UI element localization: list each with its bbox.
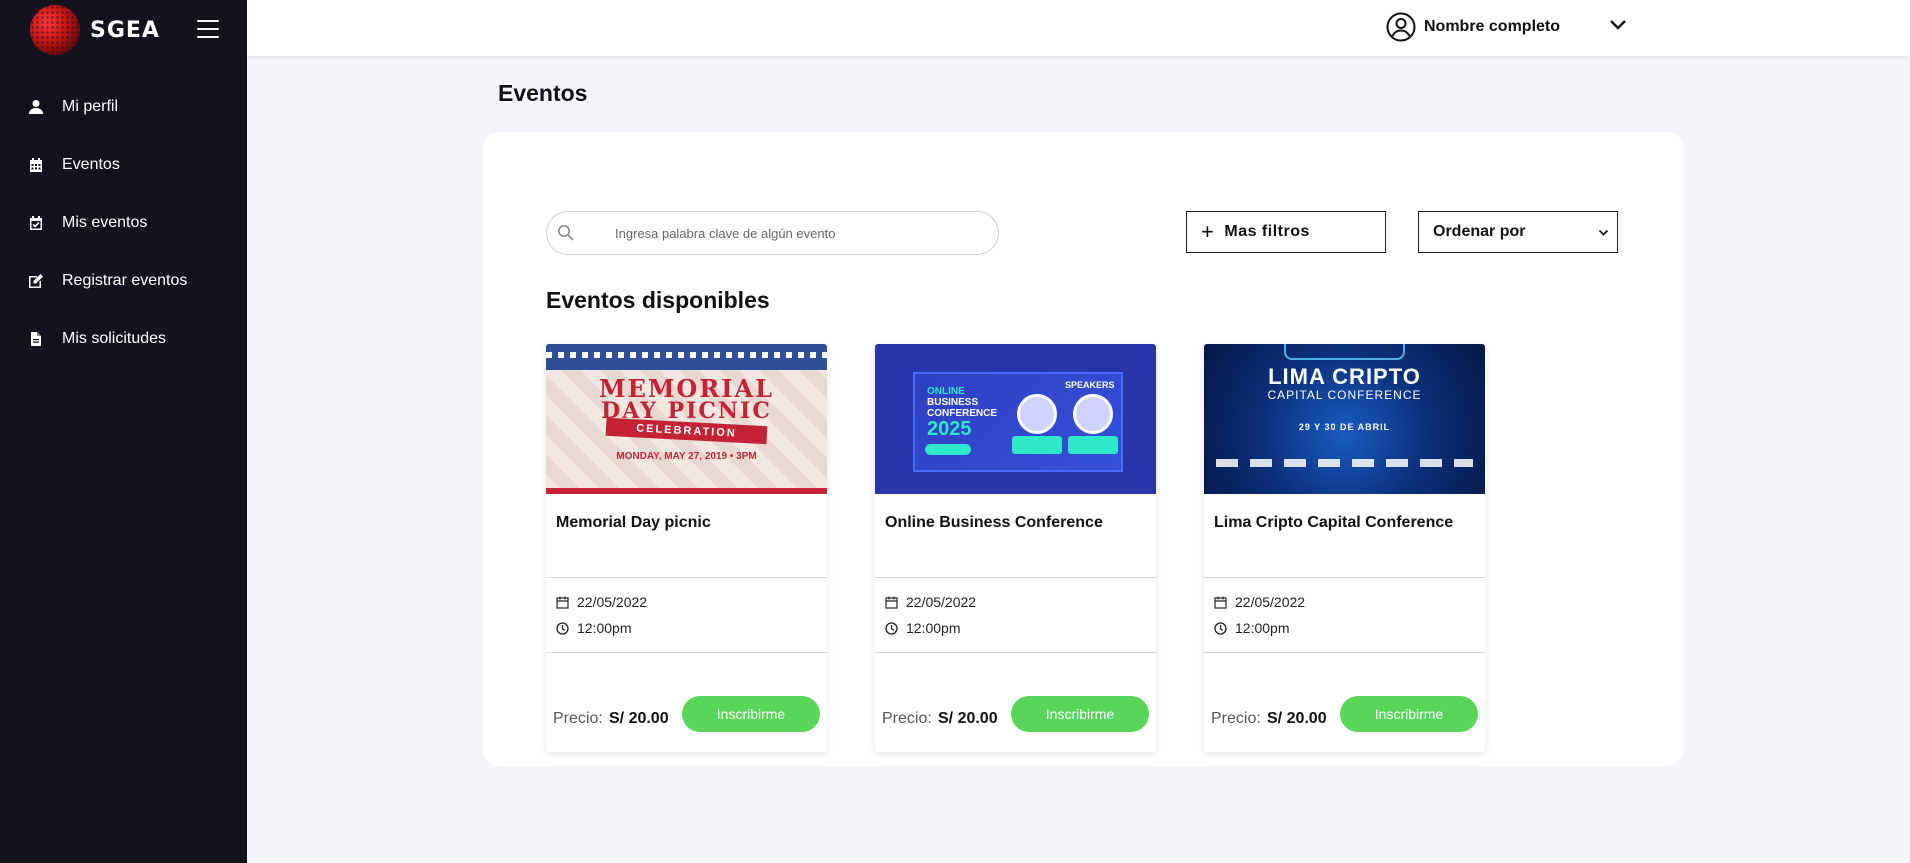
event-time: 12:00pm <box>885 620 960 636</box>
plus-icon: + <box>1201 219 1215 244</box>
hamburger-menu-icon[interactable] <box>197 20 219 38</box>
section-title: Eventos disponibles <box>546 287 770 313</box>
divider <box>546 577 827 578</box>
clock-icon <box>885 621 898 635</box>
event-date-text: 22/05/2022 <box>906 594 977 610</box>
brand-logo[interactable]: SGEA <box>30 5 160 55</box>
sidebar-item-registrar-eventos[interactable]: Registrar eventos <box>0 252 247 310</box>
sidebar-item-eventos[interactable]: Eventos <box>0 136 247 194</box>
event-time-text: 12:00pm <box>577 620 632 636</box>
image-text: 2025 <box>927 418 972 440</box>
sort-select[interactable]: Ordenar por <box>1418 211 1618 253</box>
sidebar-item-label: Eventos <box>62 156 120 173</box>
user-menu[interactable]: Nombre completo <box>1386 12 1560 42</box>
calendar-icon <box>28 156 44 174</box>
event-date-text: 22/05/2022 <box>577 594 648 610</box>
event-time-text: 12:00pm <box>906 620 961 636</box>
events-panel: + Mas filtros Ordenar por Eventos dispon… <box>483 132 1683 766</box>
search-input[interactable] <box>615 222 975 244</box>
image-text: DAY PICNIC <box>601 398 772 424</box>
chevron-down-icon[interactable] <box>1609 18 1627 32</box>
image-text: LIMA CRIPTO <box>1268 364 1421 389</box>
sidebar: SGEA Mi perfil Eventos Mis eventos Regis… <box>0 0 247 863</box>
image-text: 29 Y 30 DE ABRIL <box>1298 422 1391 432</box>
divider <box>546 652 827 653</box>
price-label: Precio: <box>882 710 932 727</box>
user-avatar-icon <box>1386 12 1416 42</box>
image-text: BUSINESS <box>927 397 979 408</box>
chevron-down-icon <box>1598 229 1609 236</box>
divider <box>875 577 1156 578</box>
enroll-button[interactable]: Inscribirme <box>1340 696 1478 732</box>
event-image: MEMORIAL DAY PICNIC CELEBRATION MONDAY, … <box>546 344 827 494</box>
bunting-decoration <box>546 344 827 370</box>
sidebar-nav: Mi perfil Eventos Mis eventos Registrar … <box>0 78 247 368</box>
enroll-button[interactable]: Inscribirme <box>1011 696 1149 732</box>
event-time: 12:00pm <box>556 620 631 636</box>
speaker-photo <box>1073 394 1113 434</box>
divider <box>875 652 1156 653</box>
price-value: S/ 20.00 <box>1267 710 1327 727</box>
edit-icon <box>28 272 44 290</box>
divider <box>1204 652 1485 653</box>
calendar-icon <box>885 596 898 609</box>
event-date: 22/05/2022 <box>556 594 647 610</box>
sort-select-label: Ordenar por <box>1433 223 1526 240</box>
logo-icon <box>30 5 80 55</box>
user-icon <box>28 98 44 116</box>
sidebar-item-label: Mi perfil <box>62 98 119 115</box>
event-date: 22/05/2022 <box>885 594 976 610</box>
sidebar-item-label: Mis eventos <box>62 214 148 231</box>
sidebar-item-label: Registrar eventos <box>62 272 188 289</box>
price-label: Precio: <box>1211 710 1261 727</box>
more-filters-button[interactable]: + Mas filtros <box>1186 211 1386 253</box>
document-icon <box>28 330 44 348</box>
divider <box>1204 577 1485 578</box>
event-image: ONLINE BUSINESS CONFERENCE 2025 SPEAKERS <box>875 344 1156 494</box>
event-title[interactable]: Memorial Day picnic <box>556 514 711 532</box>
event-title[interactable]: Online Business Conference <box>885 514 1103 532</box>
image-footer-stripe <box>546 488 827 494</box>
speaker-label <box>1012 436 1062 454</box>
brand-name: SGEA <box>90 17 160 43</box>
sponsor-logos <box>1216 459 1473 467</box>
image-text: SPEAKERS <box>1065 380 1115 390</box>
event-time: 12:00pm <box>1214 620 1289 636</box>
image-text: ONLINE <box>927 386 965 397</box>
clock-icon <box>1214 621 1227 635</box>
image-text: CAPITAL CONFERENCE <box>1267 388 1422 402</box>
event-time-text: 12:00pm <box>1235 620 1290 636</box>
calendar-check-icon <box>28 214 44 232</box>
price-value: S/ 20.00 <box>938 710 998 727</box>
price-value: S/ 20.00 <box>609 710 669 727</box>
event-card[interactable]: MEMORIAL DAY PICNIC CELEBRATION MONDAY, … <box>546 344 827 752</box>
speaker-photo <box>1017 394 1057 434</box>
sidebar-item-mis-eventos[interactable]: Mis eventos <box>0 194 247 252</box>
image-text: MONDAY, MAY 27, 2019 • 3PM <box>616 451 757 462</box>
calendar-icon <box>556 596 569 609</box>
event-date-text: 22/05/2022 <box>1235 594 1306 610</box>
sidebar-item-label: Mis solicitudes <box>62 330 167 347</box>
enroll-button[interactable]: Inscribirme <box>682 696 820 732</box>
image-frame <box>1284 344 1405 360</box>
clock-icon <box>556 621 569 635</box>
speaker-label <box>1068 436 1118 454</box>
sidebar-item-mi-perfil[interactable]: Mi perfil <box>0 78 247 136</box>
page-title: Eventos <box>498 80 588 106</box>
event-title[interactable]: Lima Cripto Capital Conference <box>1214 514 1453 532</box>
price-label: Precio: <box>553 710 603 727</box>
sidebar-item-mis-solicitudes[interactable]: Mis solicitudes <box>0 310 247 368</box>
image-button <box>925 444 971 455</box>
event-date: 22/05/2022 <box>1214 594 1305 610</box>
search-box[interactable] <box>546 211 999 255</box>
search-icon <box>558 225 574 241</box>
more-filters-label: Mas filtros <box>1224 223 1310 240</box>
calendar-icon <box>1214 596 1227 609</box>
event-card[interactable]: LIMA CRIPTO CAPITAL CONFERENCE 29 Y 30 D… <box>1204 344 1485 752</box>
user-name: Nombre completo <box>1424 18 1561 35</box>
topbar: Nombre completo <box>247 0 1910 56</box>
event-card[interactable]: ONLINE BUSINESS CONFERENCE 2025 SPEAKERS… <box>875 344 1156 752</box>
event-image: LIMA CRIPTO CAPITAL CONFERENCE 29 Y 30 D… <box>1204 344 1485 494</box>
